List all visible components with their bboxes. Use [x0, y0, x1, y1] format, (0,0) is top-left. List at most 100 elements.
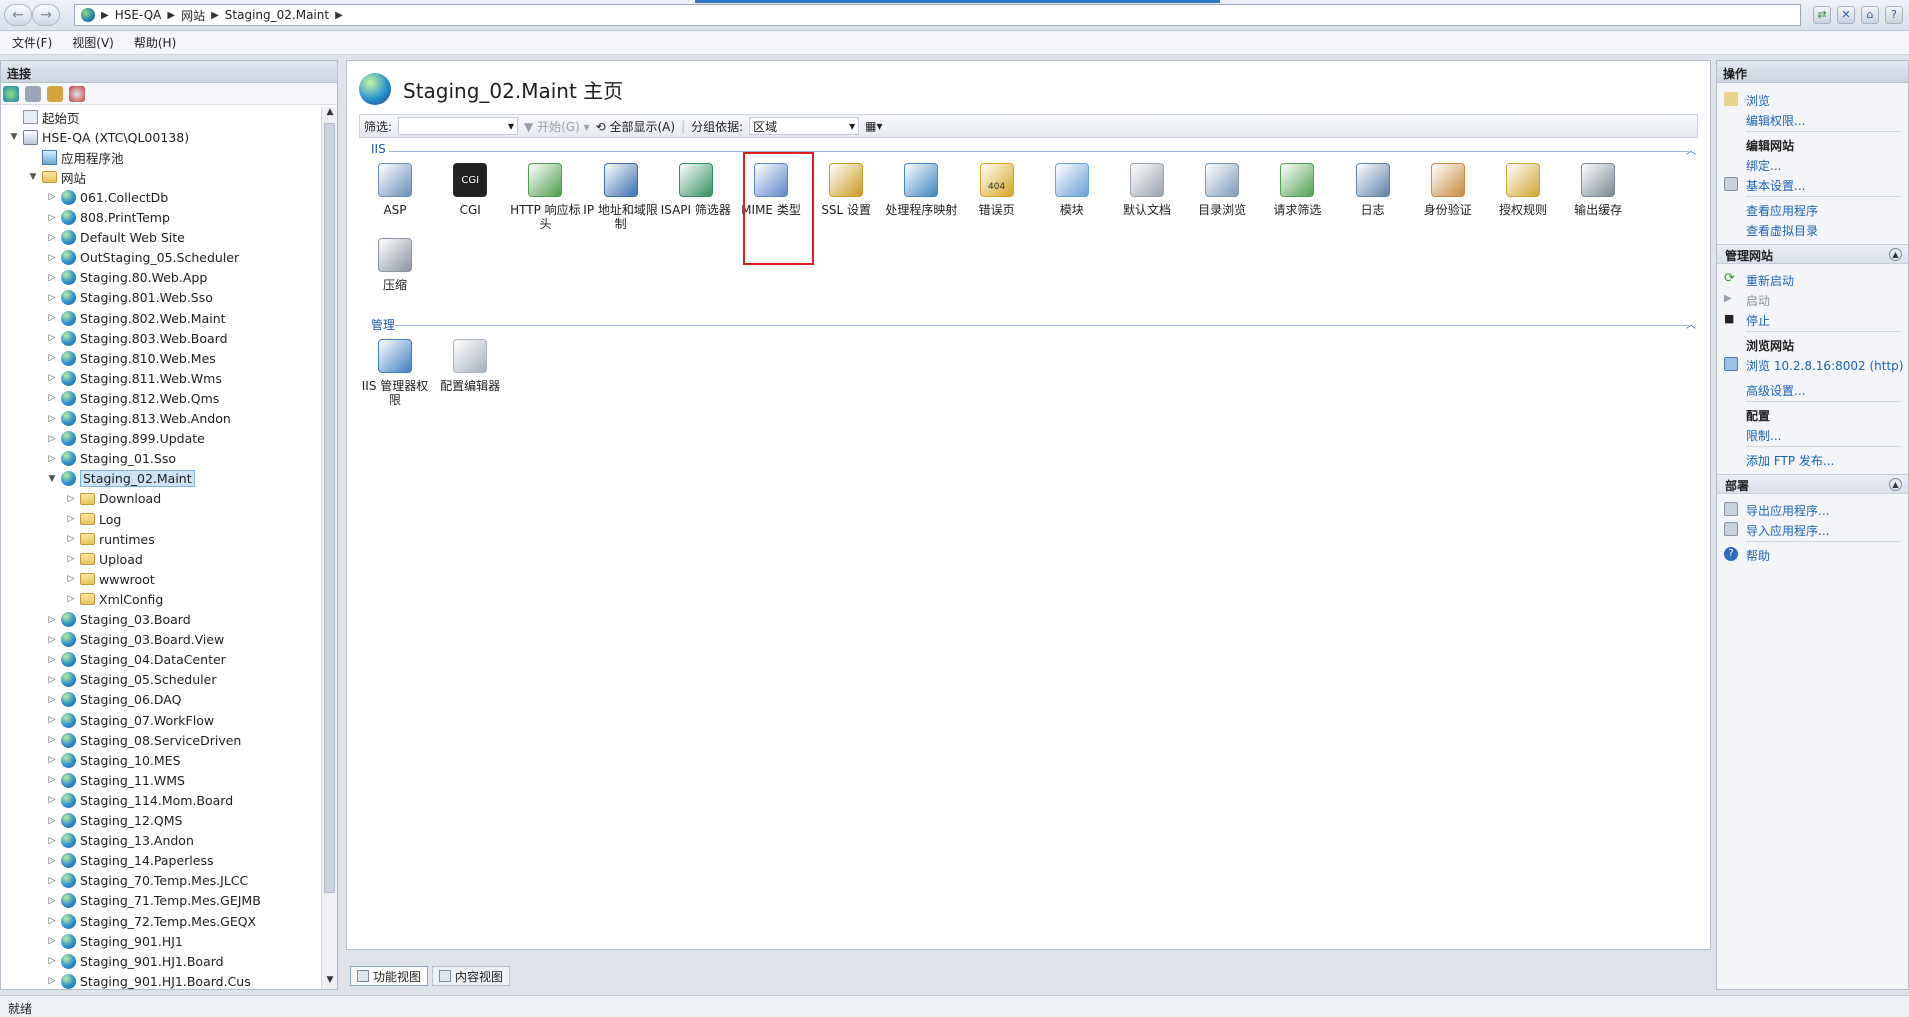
collapsed-arrow-icon[interactable]: ▷: [47, 414, 57, 424]
action-basic-settings[interactable]: 基本设置...: [1746, 177, 1805, 194]
tree-item[interactable]: ▼ 网站: [28, 167, 86, 187]
collapsed-arrow-icon[interactable]: ▷: [47, 876, 57, 886]
expanded-arrow-icon[interactable]: ▼: [47, 474, 57, 484]
tree-item[interactable]: ▷ Download: [66, 489, 162, 509]
feature-iis-manager-permissions[interactable]: IIS 管理器权限: [357, 339, 433, 407]
collapse-section-icon[interactable]: ︿: [1686, 142, 1696, 157]
feature-logging[interactable]: 日志: [1335, 163, 1411, 217]
feature-http-headers[interactable]: HTTP 响应标头: [507, 163, 583, 231]
action-view-applications[interactable]: 查看应用程序: [1746, 202, 1818, 219]
action-start[interactable]: 启动: [1746, 292, 1770, 309]
tree-item[interactable]: ▼ Staging_02.Maint: [47, 469, 195, 489]
feature-ip-restrictions[interactable]: IP 地址和域限制: [583, 163, 659, 231]
feature-asp[interactable]: ASP: [357, 163, 433, 217]
collapsed-arrow-icon[interactable]: ▷: [47, 192, 57, 202]
menu-file[interactable]: 文件(F): [12, 34, 52, 51]
tree-item[interactable]: ▷ Staging_08.ServiceDriven: [47, 730, 241, 750]
tree-item[interactable]: ▷ Staging.801.Web.Sso: [47, 288, 213, 308]
feature-ssl-lock[interactable]: SSL 设置: [808, 163, 884, 217]
collapsed-arrow-icon[interactable]: ▷: [47, 373, 57, 383]
collapsed-arrow-icon[interactable]: ▷: [66, 594, 76, 604]
collapsed-arrow-icon[interactable]: ▷: [47, 755, 57, 765]
tree-item[interactable]: ▷ Staging_12.QMS: [47, 811, 182, 831]
filter-input[interactable]: ▾: [398, 117, 519, 135]
collapsed-arrow-icon[interactable]: ▷: [47, 615, 57, 625]
feature-default-document[interactable]: 默认文档: [1109, 163, 1185, 217]
expanded-arrow-icon[interactable]: ▼: [28, 172, 38, 182]
scroll-down-icon[interactable]: ▼: [322, 975, 338, 989]
action-view-virtual-dirs[interactable]: 查看虚拟目录: [1746, 222, 1818, 239]
menu-help[interactable]: 帮助(H): [134, 34, 176, 51]
tree-item[interactable]: ▷ Default Web Site: [47, 228, 185, 248]
tree-item[interactable]: ▷ Staging_13.Andon: [47, 831, 194, 851]
collapsed-arrow-icon[interactable]: ▷: [47, 313, 57, 323]
feature-configuration-editor[interactable]: 配置编辑器: [432, 339, 508, 393]
collapse-section-icon[interactable]: ︿: [1686, 316, 1696, 331]
tree-item[interactable]: ▷ Upload: [66, 549, 143, 569]
tree-item[interactable]: ▷ Staging_901.HJ1.Board: [47, 951, 224, 971]
tree-item[interactable]: ▷ Staging_14.Paperless: [47, 851, 213, 871]
breadcrumb-item-sites[interactable]: 网站: [181, 7, 205, 24]
collapsed-arrow-icon[interactable]: ▷: [47, 836, 57, 846]
collapsed-arrow-icon[interactable]: ▷: [47, 393, 57, 403]
action-browse-url[interactable]: 浏览 10.2.8.16:8002 (http): [1746, 357, 1903, 374]
collapsed-arrow-icon[interactable]: ▷: [47, 936, 57, 946]
collapsed-arrow-icon[interactable]: ▷: [47, 695, 57, 705]
collapsed-arrow-icon[interactable]: ▷: [66, 574, 76, 584]
tree-item[interactable]: ▷ runtimes: [66, 529, 155, 549]
stop-icon[interactable]: ✕: [1837, 6, 1855, 24]
up-folder-icon[interactable]: [47, 85, 63, 102]
collapsed-arrow-icon[interactable]: ▷: [47, 715, 57, 725]
tree-item[interactable]: ▷ Staging_04.DataCenter: [47, 650, 226, 670]
tab-content-view[interactable]: 内容视图: [432, 966, 511, 986]
collapsed-arrow-icon[interactable]: ▷: [47, 956, 57, 966]
tree-item[interactable]: ▼ HSE-QA (XTC\QL00138): [9, 127, 189, 147]
collapsed-arrow-icon[interactable]: ▷: [47, 896, 57, 906]
collapsed-arrow-icon[interactable]: ▷: [47, 916, 57, 926]
collapsed-arrow-icon[interactable]: ▷: [66, 534, 76, 544]
tree-item[interactable]: ▷ Staging_70.Temp.Mes.JLCC: [47, 871, 248, 891]
scroll-up-icon[interactable]: ▲: [322, 107, 338, 121]
tree-item[interactable]: ▷ OutStaging_05.Scheduler: [47, 248, 239, 268]
action-advanced-settings[interactable]: 高级设置...: [1746, 382, 1805, 399]
tree-item[interactable]: ▷ Staging.899.Update: [47, 429, 205, 449]
tree-item[interactable]: ▷ wwwroot: [66, 569, 155, 589]
collapsed-arrow-icon[interactable]: ▷: [47, 795, 57, 805]
tree-item[interactable]: ▷ Staging.812.Web.Qms: [47, 388, 219, 408]
collapsed-arrow-icon[interactable]: ▷: [47, 434, 57, 444]
feature-output-caching[interactable]: 输出缓存: [1560, 163, 1636, 217]
feature-compression[interactable]: 压缩: [357, 238, 433, 292]
back-button[interactable]: ←: [4, 4, 32, 26]
collapsed-arrow-icon[interactable]: ▷: [47, 454, 57, 464]
tree-item[interactable]: ▷ Staging.810.Web.Mes: [47, 348, 216, 368]
tree-item[interactable]: ▷ Staging_01.Sso: [47, 449, 176, 469]
breadcrumb-item-server[interactable]: HSE-QA: [115, 8, 162, 22]
tree-item[interactable]: ▷ Staging_114.Mom.Board: [47, 790, 233, 810]
collapsed-arrow-icon[interactable]: ▷: [47, 675, 57, 685]
action-stop[interactable]: 停止: [1746, 312, 1770, 329]
collapsed-arrow-icon[interactable]: ▷: [47, 233, 57, 243]
tree-item[interactable]: ▷ Staging.80.Web.App: [47, 268, 207, 288]
home-icon[interactable]: ⌂: [1861, 6, 1879, 24]
action-bindings[interactable]: 绑定...: [1746, 157, 1781, 174]
collapsed-arrow-icon[interactable]: ▷: [47, 775, 57, 785]
collapse-icon[interactable]: ▲: [1889, 478, 1902, 491]
collapsed-arrow-icon[interactable]: ▷: [47, 976, 57, 986]
collapsed-arrow-icon[interactable]: ▷: [47, 735, 57, 745]
menu-view[interactable]: 视图(V): [72, 34, 114, 51]
scroll-thumb[interactable]: [324, 123, 335, 893]
tree-item[interactable]: ▷ Staging.811.Web.Wms: [47, 368, 222, 388]
expanded-arrow-icon[interactable]: ▼: [9, 132, 19, 142]
feature-isapi-filters[interactable]: ISAPI 筛选器: [658, 163, 734, 217]
action-export-app[interactable]: 导出应用程序...: [1746, 502, 1829, 519]
action-add-ftp[interactable]: 添加 FTP 发布...: [1746, 452, 1834, 469]
action-help[interactable]: 帮助: [1746, 547, 1770, 564]
collapsed-arrow-icon[interactable]: ▷: [47, 213, 57, 223]
tree-item[interactable]: ▷ Staging.802.Web.Maint: [47, 308, 226, 328]
action-limits[interactable]: 限制...: [1746, 427, 1781, 444]
feature-request-filtering[interactable]: 请求筛选: [1259, 163, 1335, 217]
tree-item[interactable]: 起始页: [9, 107, 80, 127]
tree-item[interactable]: ▷ Staging_10.MES: [47, 750, 181, 770]
tree-item[interactable]: ▷ Staging_03.Board: [47, 610, 191, 630]
breadcrumb-item-site[interactable]: Staging_02.Maint: [225, 8, 329, 22]
